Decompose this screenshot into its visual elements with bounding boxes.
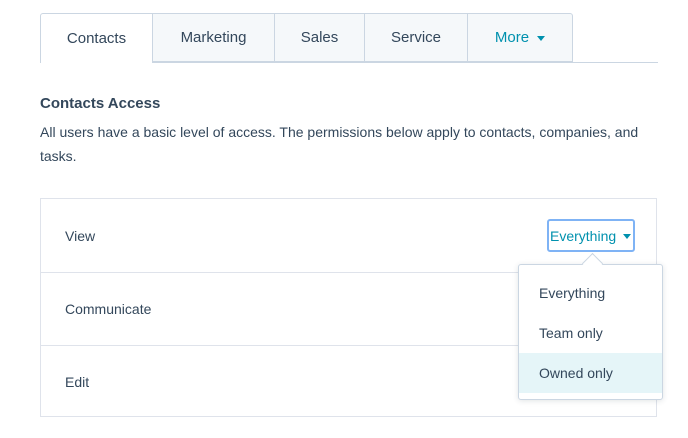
tab-service[interactable]: Service xyxy=(364,13,468,62)
permission-label-view: View xyxy=(65,227,96,244)
tab-marketing[interactable]: Marketing xyxy=(152,13,275,62)
permission-label-edit: Edit xyxy=(65,374,90,390)
tab-sales[interactable]: Sales xyxy=(274,13,365,62)
section-title: Contacts Access xyxy=(40,95,161,112)
view-access-selected-value: Everything xyxy=(550,227,617,244)
permission-tabs: Contacts Marketing Sales Service More xyxy=(40,13,658,63)
tab-more-label: More xyxy=(494,29,530,46)
dropdown-option-label: Owned only xyxy=(539,365,613,381)
dropdown-option-label: Everything xyxy=(539,285,606,301)
tab-contacts-label: Contacts xyxy=(66,30,127,47)
view-access-select[interactable]: Everything xyxy=(547,219,635,252)
tab-contacts[interactable]: Contacts xyxy=(40,13,153,63)
chevron-down-icon xyxy=(623,233,632,239)
tab-service-label: Service xyxy=(390,29,442,46)
tab-sales-label: Sales xyxy=(300,29,339,46)
permission-label-communicate: Communicate xyxy=(65,301,152,317)
dropdown-option-everything[interactable]: Everything xyxy=(519,273,662,313)
dropdown-option-label: Team only xyxy=(539,325,603,341)
tab-marketing-label: Marketing xyxy=(180,29,247,46)
chevron-down-icon xyxy=(537,36,546,41)
view-access-dropdown: Everything Team only Owned only xyxy=(518,264,663,400)
tab-more[interactable]: More xyxy=(467,13,573,62)
dropdown-option-owned-only[interactable]: Owned only xyxy=(519,353,662,393)
section-description: All users have a basic level of access. … xyxy=(40,124,639,164)
dropdown-option-team-only[interactable]: Team only xyxy=(519,313,662,353)
